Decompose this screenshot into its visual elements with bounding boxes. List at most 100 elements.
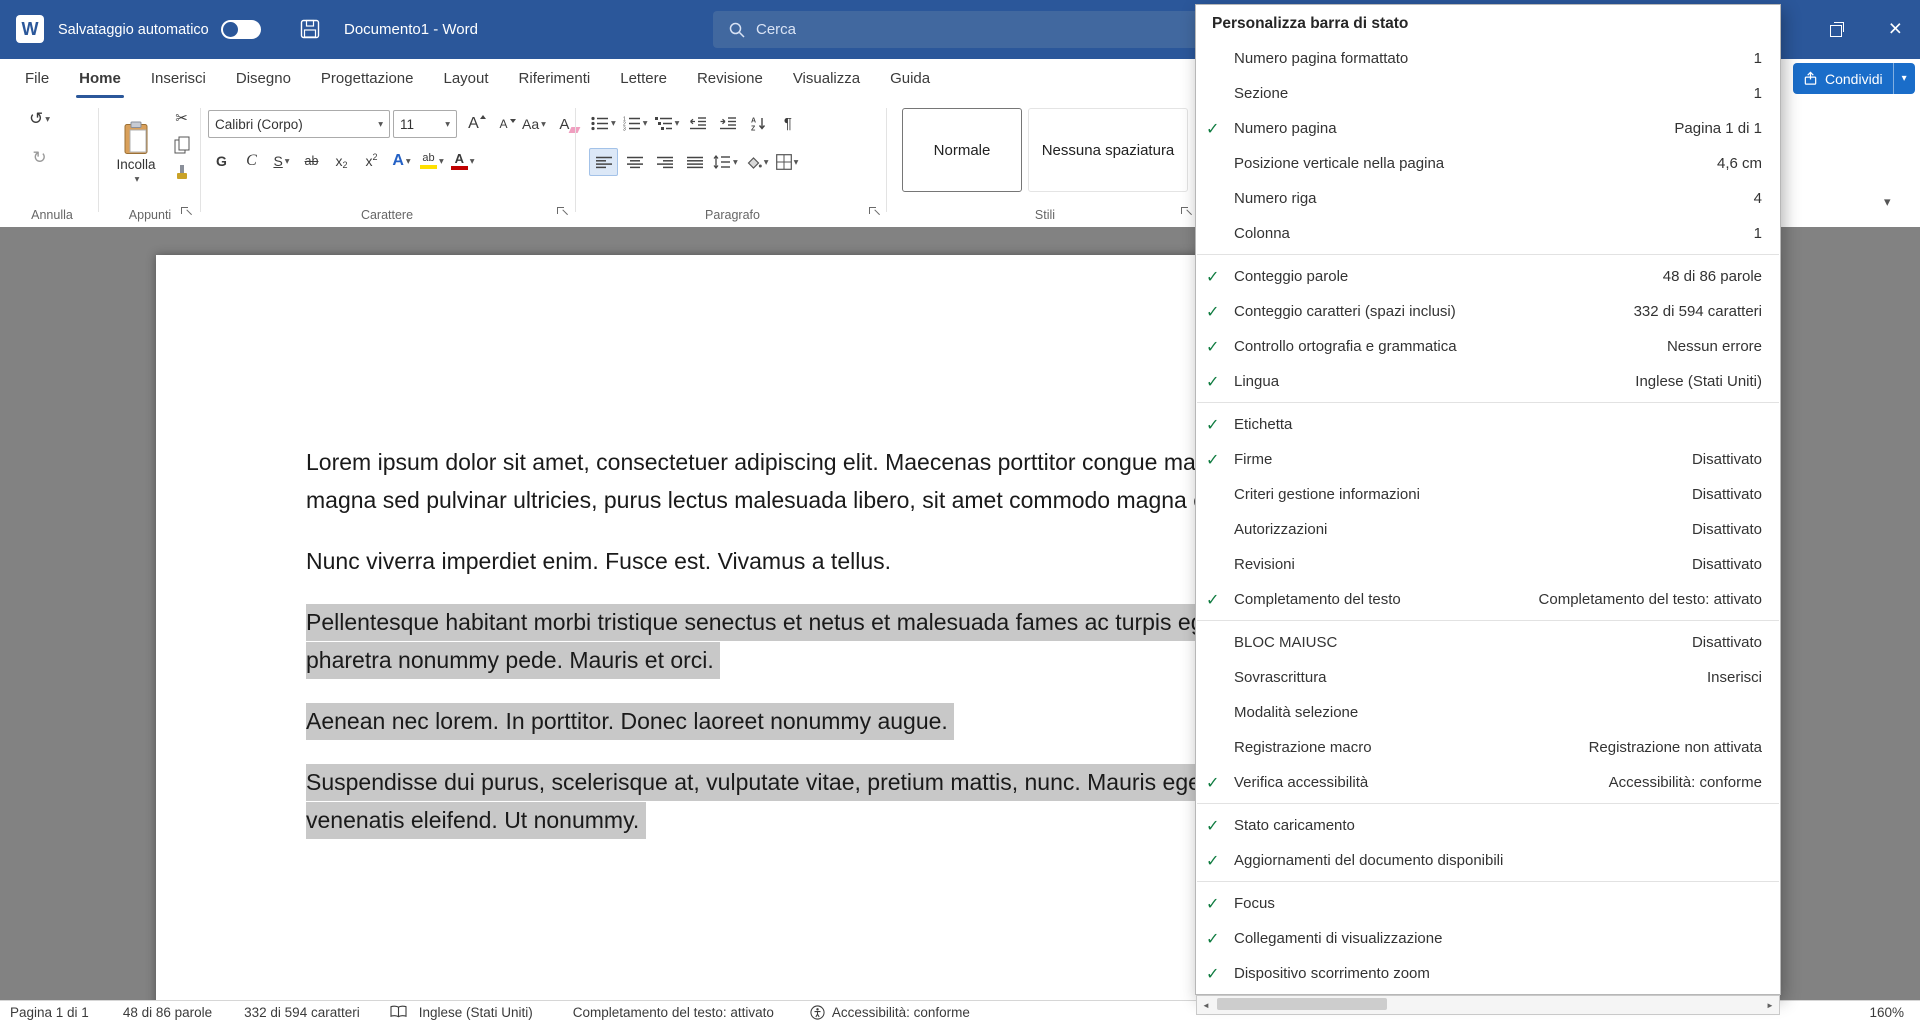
menu-item[interactable]: ✓Verifica accessibilitàAccessibilità: co… xyxy=(1196,765,1780,800)
font-dialog-launcher[interactable] xyxy=(557,207,567,217)
menu-item[interactable]: ✓Aggiornamenti del documento disponibili xyxy=(1196,843,1780,878)
scroll-right-arrow-icon[interactable]: ► xyxy=(1761,1001,1779,1010)
strikethrough-button[interactable]: ab xyxy=(298,148,325,174)
close-window-button[interactable]: × xyxy=(1889,13,1902,43)
autosave-toggle[interactable] xyxy=(221,20,261,39)
menu-item[interactable]: Registrazione macroRegistrazione non att… xyxy=(1196,730,1780,765)
font-name-select[interactable]: Calibri (Corpo) ▾ xyxy=(208,110,390,138)
menu-item[interactable]: Numero pagina formattato1 xyxy=(1196,41,1780,76)
grow-font-button[interactable]: A xyxy=(460,111,487,137)
menu-item[interactable]: ✓LinguaInglese (Stati Uniti) xyxy=(1196,364,1780,399)
shading-button[interactable]: ▾ xyxy=(743,149,771,175)
menu-item[interactable]: AutorizzazioniDisattivato xyxy=(1196,512,1780,547)
restore-window-button[interactable] xyxy=(1830,25,1842,37)
menu-item[interactable]: ✓Numero paginaPagina 1 di 1 xyxy=(1196,111,1780,146)
char-count[interactable]: 332 di 594 caratteri xyxy=(244,1005,360,1020)
font-size-select[interactable]: 11 ▾ xyxy=(393,110,457,138)
line-spacing-button[interactable]: ▾ xyxy=(711,149,740,175)
tab-visualizza[interactable]: Visualizza xyxy=(778,59,875,98)
share-button[interactable]: Condividi ▾ xyxy=(1793,63,1915,94)
styles-dialog-launcher[interactable] xyxy=(1181,207,1191,217)
menu-item[interactable]: Criteri gestione informazioniDisattivato xyxy=(1196,477,1780,512)
italic-button[interactable]: C xyxy=(238,148,265,174)
menu-item[interactable]: ✓Conteggio parole48 di 86 parole xyxy=(1196,259,1780,294)
menu-item[interactable]: ✓Stato caricamento xyxy=(1196,808,1780,843)
tab-revisione[interactable]: Revisione xyxy=(682,59,778,98)
style-card-normal[interactable]: Normale xyxy=(902,108,1022,192)
redo-button[interactable]: ↻ xyxy=(26,145,53,171)
scrollbar-thumb[interactable] xyxy=(1217,998,1387,1010)
decrease-indent-button[interactable] xyxy=(684,110,711,136)
copy-button[interactable] xyxy=(168,135,195,155)
menu-item[interactable]: Modalità selezione xyxy=(1196,695,1780,730)
tab-progettazione[interactable]: Progettazione xyxy=(306,59,429,98)
align-left-button[interactable] xyxy=(589,148,618,176)
text-prediction-status[interactable]: Completamento del testo: attivato xyxy=(573,1005,774,1020)
bullets-button[interactable]: ▾ xyxy=(589,110,618,136)
tab-riferimenti[interactable]: Riferimenti xyxy=(504,59,606,98)
collapse-ribbon-icon[interactable]: ▾ xyxy=(1884,194,1891,210)
format-painter-button[interactable] xyxy=(168,162,195,182)
tab-lettere[interactable]: Lettere xyxy=(605,59,682,98)
tab-guida[interactable]: Guida xyxy=(875,59,945,98)
zoom-level[interactable]: 160% xyxy=(1869,1001,1904,1023)
align-center-button[interactable] xyxy=(621,149,648,175)
borders-button[interactable]: ▾ xyxy=(774,149,801,175)
underline-button[interactable]: S▾ xyxy=(268,148,295,174)
tab-disegno[interactable]: Disegno xyxy=(221,59,306,98)
superscript-button[interactable]: x2 xyxy=(358,148,385,174)
font-color-button[interactable]: A ▾ xyxy=(449,148,477,174)
menu-item[interactable]: Posizione verticale nella pagina4,6 cm xyxy=(1196,146,1780,181)
menu-item[interactable]: ✓Conteggio caratteri (spazi inclusi)332 … xyxy=(1196,294,1780,329)
sort-button[interactable]: AZ xyxy=(744,110,771,136)
word-count[interactable]: 48 di 86 parole xyxy=(123,1005,212,1020)
text-effects-button[interactable]: A▾ xyxy=(388,148,415,174)
accessibility-icon[interactable] xyxy=(810,1005,825,1020)
scroll-left-arrow-icon[interactable]: ◄ xyxy=(1197,1001,1215,1010)
tab-layout[interactable]: Layout xyxy=(429,59,504,98)
menu-item[interactable]: ✓Dispositivo scorrimento zoom xyxy=(1196,956,1780,991)
shrink-font-button[interactable]: A xyxy=(490,111,517,137)
menu-item[interactable]: Colonna1 xyxy=(1196,216,1780,251)
menu-item[interactable]: ✓Collegamenti di visualizzazione xyxy=(1196,921,1780,956)
pilcrow-button[interactable]: ¶ xyxy=(774,110,801,136)
align-right-button[interactable] xyxy=(651,149,678,175)
numbering-button[interactable]: 123 ▾ xyxy=(621,110,650,136)
share-dropdown[interactable]: ▾ xyxy=(1893,63,1915,94)
tab-home[interactable]: Home xyxy=(64,59,136,98)
menu-item[interactable]: ✓FirmeDisattivato xyxy=(1196,442,1780,477)
scrollbar-track[interactable] xyxy=(1215,996,1761,1014)
highlight-button[interactable]: ab ▾ xyxy=(418,148,446,174)
menu-item[interactable]: Sezione1 xyxy=(1196,76,1780,111)
clear-formatting-button[interactable]: A xyxy=(551,111,578,137)
menu-item[interactable]: RevisioniDisattivato xyxy=(1196,547,1780,582)
accessibility-status[interactable]: Accessibilità: conforme xyxy=(832,1005,970,1020)
menu-item[interactable]: Numero riga4 xyxy=(1196,181,1780,216)
tab-file[interactable]: File xyxy=(10,59,64,98)
save-icon[interactable] xyxy=(300,19,320,39)
increase-indent-button[interactable] xyxy=(714,110,741,136)
menu-item[interactable]: ✓Controllo ortografia e grammaticaNessun… xyxy=(1196,329,1780,364)
search-input[interactable]: Cerca xyxy=(713,11,1206,48)
style-card-no-spacing[interactable]: Nessuna spaziatura xyxy=(1028,108,1188,192)
undo-button[interactable]: ↺▾ xyxy=(26,106,53,132)
bold-button[interactable]: G xyxy=(208,148,235,174)
menu-item[interactable]: ✓Etichetta xyxy=(1196,407,1780,442)
paste-button[interactable]: Incolla ▾ xyxy=(108,106,164,200)
page-indicator[interactable]: Pagina 1 di 1 xyxy=(10,1005,89,1020)
menu-item[interactable]: ✓Completamento del testoCompletamento de… xyxy=(1196,582,1780,617)
cut-button[interactable]: ✂ xyxy=(168,108,195,128)
menu-item[interactable]: BLOC MAIUSCDisattivato xyxy=(1196,625,1780,660)
language-indicator[interactable]: Inglese (Stati Uniti) xyxy=(419,1005,533,1020)
change-case-button[interactable]: Aa▾ xyxy=(520,111,548,137)
tab-inserisci[interactable]: Inserisci xyxy=(136,59,221,98)
multilevel-list-button[interactable]: ▾ xyxy=(653,110,682,136)
menu-item[interactable]: ✓Focus xyxy=(1196,886,1780,921)
proofing-icon[interactable] xyxy=(390,1005,407,1019)
justify-button[interactable] xyxy=(681,149,708,175)
paragraph-dialog-launcher[interactable] xyxy=(869,207,879,217)
clipboard-dialog-launcher[interactable] xyxy=(181,207,191,217)
subscript-button[interactable]: x2 xyxy=(328,148,355,174)
horizontal-scrollbar[interactable]: ◄ ► xyxy=(1196,995,1780,1015)
menu-item[interactable]: SovrascritturaInserisci xyxy=(1196,660,1780,695)
